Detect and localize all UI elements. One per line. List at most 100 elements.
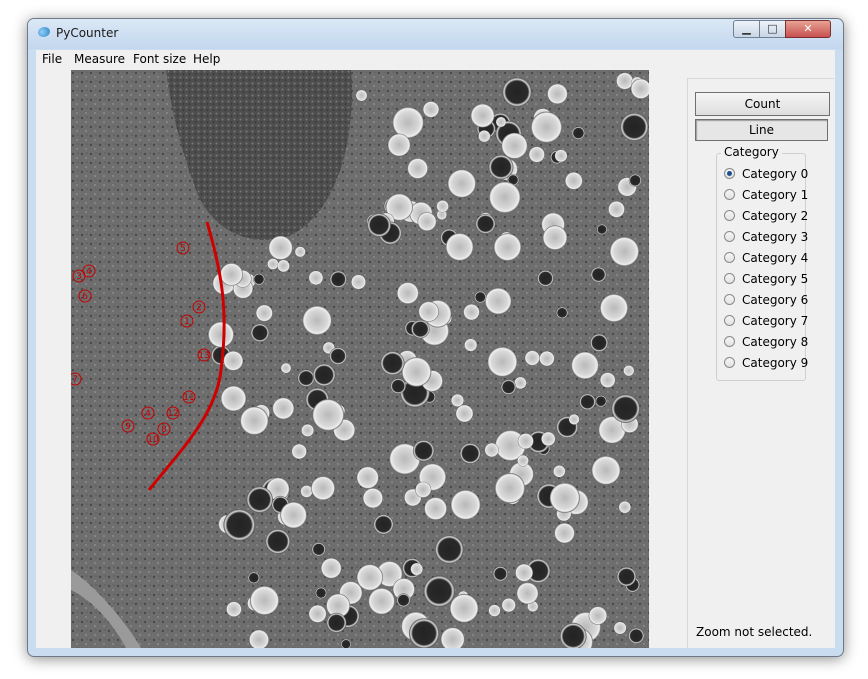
vesicle (489, 181, 521, 214)
vesicle (390, 378, 406, 394)
vesicle (308, 604, 327, 623)
vesicle (267, 258, 279, 270)
close-button[interactable]: ✕ (785, 20, 831, 38)
radio-icon[interactable] (724, 168, 735, 179)
vesicle (220, 263, 243, 286)
vesicle (623, 365, 635, 377)
vesicle (616, 72, 634, 90)
menu-font-size[interactable]: Font size (133, 52, 186, 66)
vesicle (291, 443, 307, 460)
category-title: Category (721, 145, 782, 159)
vesicle (493, 233, 522, 261)
vesicle (255, 304, 273, 322)
vesicle (451, 394, 464, 407)
vesicle (355, 89, 368, 102)
vesicle (487, 346, 518, 377)
vesicle (449, 593, 479, 623)
vesicle (320, 557, 342, 579)
vesicle (208, 321, 234, 348)
vesicle (608, 201, 625, 218)
radio-icon[interactable] (724, 294, 735, 305)
vesicle (494, 473, 525, 504)
vesicle (246, 486, 273, 513)
vesicle (542, 225, 568, 250)
vesicle (478, 130, 491, 143)
line-button[interactable]: Line (695, 119, 828, 141)
vesicle (401, 357, 432, 387)
vesicle (265, 529, 291, 554)
radio-icon[interactable] (724, 210, 735, 221)
vesicle (312, 363, 336, 387)
vesicle (411, 319, 430, 339)
vesicle (226, 601, 242, 617)
vesicle (530, 111, 563, 143)
vesicle (516, 582, 539, 605)
vesicle (301, 424, 314, 437)
menu-measure[interactable]: Measure (74, 52, 125, 66)
vesicle (613, 621, 627, 635)
vesicle (356, 466, 379, 489)
vesicle (302, 305, 332, 336)
vesicle (312, 399, 345, 431)
vesicle (553, 465, 566, 478)
vesicle (588, 606, 608, 625)
vesicle (618, 501, 631, 514)
vesicle (373, 514, 394, 535)
vesicle (250, 323, 270, 342)
radio-icon[interactable] (724, 336, 735, 347)
vesicle (311, 542, 326, 557)
radio-icon[interactable] (724, 273, 735, 284)
vesicle (620, 112, 649, 141)
vesicle (308, 270, 324, 285)
category-group: Category Category 0 Category 1 Category … (716, 145, 808, 381)
vesicle (517, 433, 534, 449)
vesicle (556, 306, 568, 319)
menu-file[interactable]: File (42, 52, 62, 66)
vesicle (568, 414, 580, 425)
maximize-button[interactable]: □ (759, 20, 786, 38)
vesicle (541, 431, 556, 446)
radio-icon[interactable] (724, 231, 735, 242)
minimize-button[interactable]: ▁ (733, 20, 760, 38)
count-marker-label: 2 (196, 303, 202, 313)
micrograph-canvas[interactable]: 5 3 4 6 2 1 13 7 11 4 12 9 8 10 (71, 70, 649, 648)
vesicle (380, 351, 405, 376)
vesicle (470, 103, 495, 128)
vesicle (396, 282, 419, 304)
radio-icon[interactable] (724, 315, 735, 326)
vesicle (547, 83, 568, 105)
radio-icon[interactable] (724, 189, 735, 200)
vesicle (501, 132, 528, 159)
vesicle (407, 158, 429, 179)
vesicle (459, 443, 481, 464)
vesicle (223, 509, 256, 541)
vesicle (484, 442, 499, 458)
vesicle (549, 482, 580, 513)
vesicle (595, 395, 607, 408)
vesicle (300, 485, 313, 498)
radio-icon[interactable] (724, 252, 735, 263)
vesicle (436, 200, 449, 213)
vesicle (611, 394, 640, 423)
micrograph-image[interactable]: 53 4621137114 129 810 (71, 70, 649, 648)
vesicle (329, 347, 347, 365)
vesicle (294, 246, 306, 258)
count-marker-label: 7 (72, 375, 78, 385)
menu-help[interactable]: Help (193, 52, 220, 66)
vesicle (253, 273, 265, 286)
count-marker-label: 10 (147, 435, 159, 445)
vesicle (272, 397, 295, 420)
vesicle (514, 376, 527, 389)
zoom-status: Zoom not selected. (696, 625, 813, 639)
vesicle (280, 363, 292, 374)
radio-icon[interactable] (724, 357, 735, 368)
vesicle (280, 501, 307, 529)
vesicle (329, 270, 347, 288)
vesicle (475, 213, 496, 234)
vesicle (590, 266, 607, 283)
count-button[interactable]: Count (695, 92, 830, 116)
vesicle (311, 476, 335, 501)
vesicle (488, 604, 501, 617)
vesicle (600, 372, 616, 388)
vesicle (616, 566, 637, 587)
